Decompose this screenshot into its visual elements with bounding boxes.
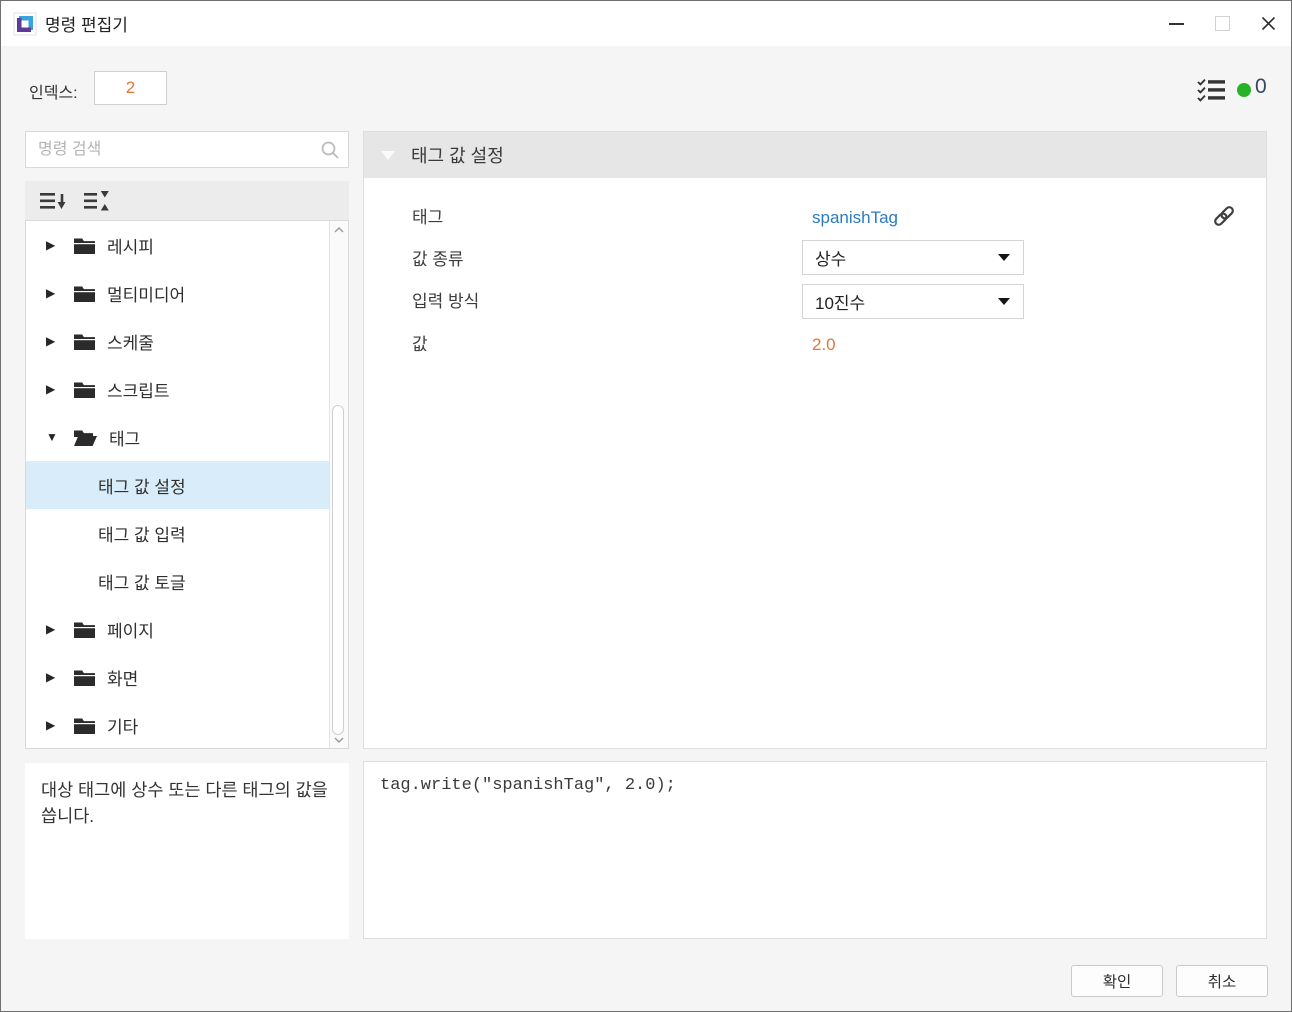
- value-field[interactable]: 2.0: [812, 327, 836, 363]
- tree-item-script[interactable]: ▶ 스크립트: [26, 365, 330, 413]
- index-label: 인덱스:: [29, 79, 78, 103]
- close-button[interactable]: [1245, 1, 1291, 46]
- section-title: 태그 값 설정: [411, 142, 504, 168]
- value-type-dropdown[interactable]: 상수: [802, 240, 1024, 275]
- folder-icon: [74, 333, 95, 350]
- chevron-right-icon: ▶: [46, 238, 60, 252]
- scroll-up-icon: [334, 227, 344, 233]
- code-preview-panel: tag.write("spanishTag", 2.0);: [363, 761, 1267, 939]
- tree-item-tag-toggle-value[interactable]: 태그 값 토글: [26, 557, 330, 605]
- app-logo-icon: [13, 12, 37, 36]
- chevron-right-icon: ▶: [46, 334, 60, 348]
- tree-item-label: 화면: [107, 665, 138, 690]
- section-header: 태그 값 설정: [364, 132, 1266, 178]
- tree-item-screen[interactable]: ▶ 화면: [26, 653, 330, 701]
- tree-item-label: 스크립트: [107, 377, 170, 402]
- tree-item-page[interactable]: ▶ 페이지: [26, 605, 330, 653]
- command-search: [25, 131, 349, 168]
- tree-scrollbar[interactable]: [329, 221, 348, 748]
- ok-button[interactable]: 확인: [1071, 965, 1163, 997]
- scroll-down-icon: [334, 737, 344, 743]
- close-icon: [1261, 16, 1276, 31]
- minimize-button[interactable]: [1153, 1, 1199, 46]
- tree-item-label: 레시피: [107, 233, 154, 258]
- tree-item-label: 멀티미디어: [107, 281, 185, 306]
- dropdown-arrow-icon: [998, 254, 1010, 261]
- chevron-down-icon: ▼: [46, 430, 60, 444]
- index-input[interactable]: [94, 71, 167, 105]
- section-collapse-icon[interactable]: [381, 151, 395, 160]
- field-label-value: 값: [412, 327, 428, 363]
- tree-item-etc[interactable]: ▶ 기타: [26, 701, 330, 748]
- folder-icon: [74, 717, 95, 734]
- tree-item-multimedia[interactable]: ▶ 멀티미디어: [26, 269, 330, 317]
- dropdown-arrow-icon: [998, 298, 1010, 305]
- checklist-icon: [1197, 77, 1227, 103]
- scrollbar-thumb[interactable]: [332, 405, 344, 735]
- status-count: 0: [1255, 75, 1267, 99]
- link-icon: [1210, 202, 1238, 230]
- collapse-all-icon: [39, 191, 69, 211]
- scroll-up-button[interactable]: [330, 221, 348, 238]
- tree-item-label: 스케줄: [107, 329, 154, 354]
- tree-item-tag[interactable]: ▼ 태그: [26, 413, 330, 461]
- folder-icon: [74, 381, 95, 398]
- command-editor-window: 명령 편집기 인덱스: 0: [0, 0, 1292, 1012]
- command-description: 대상 태그에 상수 또는 다른 태그의 값을 씁니다.: [25, 763, 349, 939]
- maximize-button[interactable]: [1199, 1, 1245, 46]
- folder-icon: [74, 237, 95, 254]
- cancel-button[interactable]: 취소: [1176, 965, 1268, 997]
- code-text: tag.write("spanishTag", 2.0);: [364, 762, 1266, 809]
- tree-item-label: 기타: [107, 713, 138, 738]
- tree-list: ▶ 레시피 ▶ 멀티미디어 ▶ 스케줄: [26, 221, 330, 748]
- tree-item-label: 태그 값 설정: [98, 473, 186, 498]
- status-dot: [1237, 83, 1251, 97]
- scroll-down-button[interactable]: [330, 731, 348, 748]
- folder-icon: [74, 285, 95, 302]
- tree-item-label: 페이지: [107, 617, 154, 642]
- expand-collapse-icon: [83, 190, 113, 212]
- tree-item-label: 태그 값 토글: [98, 569, 186, 594]
- field-label-input-method: 입력 방식: [412, 284, 479, 320]
- tree-item-tag-set-value[interactable]: 태그 값 설정: [26, 461, 330, 509]
- tag-link-button[interactable]: [1210, 202, 1238, 230]
- chevron-right-icon: ▶: [46, 622, 60, 636]
- input-method-dropdown[interactable]: 10진수: [802, 284, 1024, 319]
- tree-item-label: 태그 값 입력: [98, 521, 186, 546]
- tree-item-recipe[interactable]: ▶ 레시피: [26, 221, 330, 269]
- folder-icon: [74, 669, 95, 686]
- dropdown-selected-value: 10진수: [815, 289, 865, 314]
- field-label-value-type: 값 종류: [412, 242, 464, 278]
- tree-item-label: 태그: [109, 425, 140, 450]
- tree-item-schedule[interactable]: ▶ 스케줄: [26, 317, 330, 365]
- window-title: 명령 편집기: [45, 11, 128, 36]
- chevron-right-icon: ▶: [46, 670, 60, 684]
- expand-collapse-button[interactable]: [83, 190, 113, 212]
- maximize-icon: [1215, 16, 1230, 31]
- field-label-tag: 태그: [412, 200, 443, 236]
- search-icon: [320, 140, 340, 165]
- folder-open-icon: [74, 429, 97, 446]
- tree-item-tag-input-value[interactable]: 태그 값 입력: [26, 509, 330, 557]
- chevron-right-icon: ▶: [46, 286, 60, 300]
- search-input[interactable]: [26, 132, 348, 167]
- checklist-button[interactable]: [1197, 77, 1227, 103]
- minimize-icon: [1169, 23, 1184, 25]
- collapse-all-button[interactable]: [39, 191, 69, 211]
- tag-name-link[interactable]: spanishTag: [812, 200, 898, 236]
- command-tree: ▶ 레시피 ▶ 멀티미디어 ▶ 스케줄: [25, 220, 349, 749]
- dropdown-selected-value: 상수: [815, 245, 846, 270]
- chevron-right-icon: ▶: [46, 382, 60, 396]
- chevron-right-icon: ▶: [46, 718, 60, 732]
- command-settings-panel: 태그 값 설정 태그 값 종류 입력 방식 값 spanishTag 상수 10…: [363, 131, 1267, 749]
- folder-icon: [74, 621, 95, 638]
- window-controls: [1153, 1, 1291, 46]
- tree-toolbar: [25, 181, 349, 220]
- titlebar: 명령 편집기: [1, 1, 1291, 46]
